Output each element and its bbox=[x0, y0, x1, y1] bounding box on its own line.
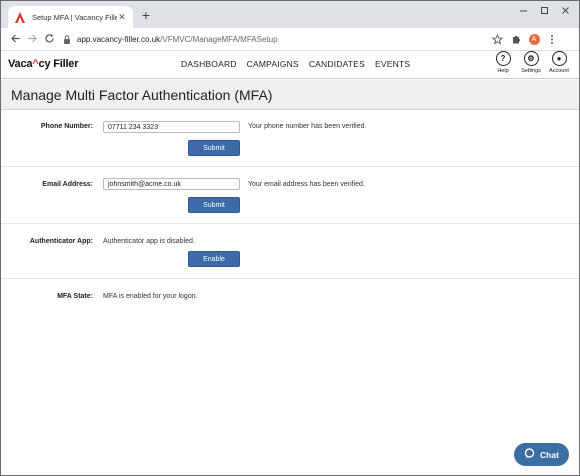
chat-label: Chat bbox=[540, 449, 559, 460]
email-submit-button[interactable]: Submit bbox=[188, 197, 240, 213]
authenticator-status-text: Authenticator app is disabled. bbox=[103, 238, 195, 245]
nav-events[interactable]: EVENTS bbox=[375, 59, 410, 69]
profile-initial: A bbox=[528, 33, 540, 45]
gear-icon: ⚙ bbox=[523, 51, 539, 66]
account-label: Account bbox=[549, 68, 569, 74]
lock-icon bbox=[63, 35, 71, 44]
main-nav: DASHBOARD CAMPAIGNS CANDIDATES EVENTS bbox=[181, 59, 410, 69]
authenticator-app-label: Authenticator App: bbox=[29, 238, 93, 245]
back-arrow-icon[interactable] bbox=[9, 33, 21, 47]
url-field[interactable]: app.vacancy-filler.co.uk/VFMVC/ManageMFA… bbox=[63, 33, 278, 46]
url-host: app.vacancy-filler.co.uk bbox=[77, 35, 161, 44]
mfa-state-text: MFA is enabled for your logon. bbox=[103, 293, 198, 300]
mfa-state-section: MFA State: MFA is enabled for your logon… bbox=[1, 279, 579, 309]
extensions-puzzle-icon[interactable] bbox=[510, 33, 522, 45]
email-address-input[interactable]: johnsmith@acme.co.uk bbox=[103, 178, 240, 190]
phone-number-label: Phone Number: bbox=[40, 123, 93, 130]
tab-title: Setup MFA | Vacancy Filler bbox=[32, 12, 117, 22]
phone-submit-button[interactable]: Submit bbox=[188, 140, 240, 156]
phone-number-input[interactable]: 07711 234 3323 bbox=[103, 121, 240, 133]
chat-button[interactable]: Chat bbox=[514, 443, 569, 466]
profile-avatar-icon[interactable]: A bbox=[528, 33, 540, 45]
authenticator-enable-button[interactable]: Enable bbox=[188, 251, 240, 267]
account-button[interactable]: ● Account bbox=[547, 51, 571, 74]
tab-close-icon[interactable]: ✕ bbox=[117, 12, 127, 23]
user-icon: ● bbox=[551, 51, 567, 66]
mfa-state-label: MFA State: bbox=[57, 293, 93, 300]
vacancy-filler-logo[interactable]: Vaca^cy Filler bbox=[8, 58, 79, 70]
browser-window: Setup MFA | Vacancy Filler ✕ + app.vacan… bbox=[0, 0, 580, 476]
email-address-label: Email Address: bbox=[42, 181, 93, 188]
tab-strip: Setup MFA | Vacancy Filler ✕ + bbox=[1, 1, 579, 28]
minimize-window-icon[interactable] bbox=[516, 6, 530, 17]
help-label: Help bbox=[497, 68, 509, 74]
email-address-section: Email Address: johnsmith@acme.co.uk Your… bbox=[1, 167, 579, 224]
nav-dashboard[interactable]: DASHBOARD bbox=[181, 59, 237, 69]
page-title: Manage Multi Factor Authentication (MFA) bbox=[11, 87, 273, 103]
reload-icon[interactable] bbox=[43, 33, 55, 47]
new-tab-button[interactable]: + bbox=[139, 8, 153, 22]
email-status-text: Your email address has been verified. bbox=[248, 181, 365, 188]
url-path: /VFMVC/ManageMFA/MFASetup bbox=[160, 35, 278, 44]
browser-tab[interactable]: Setup MFA | Vacancy Filler ✕ bbox=[8, 6, 133, 28]
site-header: Vaca^cy Filler DASHBOARD CAMPAIGNS CANDI… bbox=[1, 51, 579, 79]
vacancy-filler-favicon-icon bbox=[14, 11, 26, 23]
help-icon: ? bbox=[495, 51, 511, 66]
browser-menu-icon[interactable] bbox=[546, 33, 558, 45]
nav-campaigns[interactable]: CAMPAIGNS bbox=[247, 59, 299, 69]
forward-arrow-icon[interactable] bbox=[26, 33, 38, 47]
nav-candidates[interactable]: CANDIDATES bbox=[309, 59, 365, 69]
address-bar-row: app.vacancy-filler.co.uk/VFMVC/ManageMFA… bbox=[1, 28, 579, 51]
chat-bubble-icon bbox=[524, 448, 535, 461]
maximize-window-icon[interactable] bbox=[537, 6, 551, 17]
settings-button[interactable]: ⚙ Settings bbox=[519, 51, 543, 74]
settings-label: Settings bbox=[521, 68, 541, 74]
authenticator-app-section: Authenticator App: Authenticator app is … bbox=[1, 224, 579, 279]
page-title-bar: Manage Multi Factor Authentication (MFA) bbox=[1, 80, 579, 110]
phone-status-text: Your phone number has been verified. bbox=[248, 123, 367, 130]
phone-number-section: Phone Number: 07711 234 3323 Your phone … bbox=[1, 111, 579, 167]
close-window-icon[interactable] bbox=[558, 6, 572, 17]
bookmark-star-icon[interactable] bbox=[491, 33, 503, 45]
help-button[interactable]: ? Help bbox=[491, 51, 515, 74]
